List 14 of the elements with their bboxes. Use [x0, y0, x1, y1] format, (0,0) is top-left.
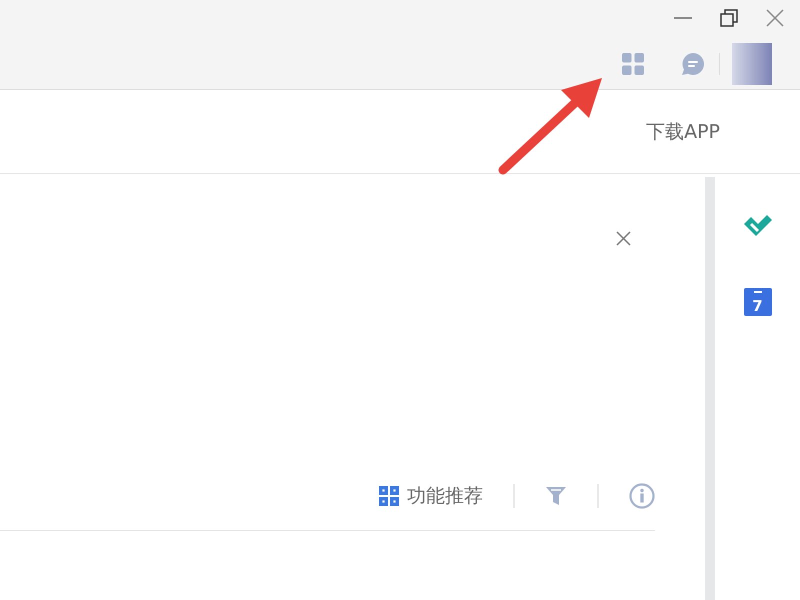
calendar-icon[interactable]: 7	[744, 288, 772, 316]
info-icon[interactable]	[629, 483, 655, 509]
apps-grid-icon[interactable]	[622, 53, 644, 75]
chat-bubble-icon[interactable]	[681, 52, 705, 76]
grid-icon[interactable]	[379, 486, 399, 506]
restore-icon[interactable]	[720, 9, 738, 27]
checkmark-icon[interactable]	[742, 212, 774, 238]
filter-icon[interactable]	[545, 485, 567, 507]
recommend-button[interactable]: 功能推荐	[379, 483, 483, 509]
scrollbar[interactable]	[705, 177, 715, 600]
close-icon[interactable]	[616, 231, 631, 246]
close-icon[interactable]	[766, 9, 784, 27]
download-app-link[interactable]: 下载APP	[646, 118, 720, 144]
avatar[interactable]	[732, 43, 772, 85]
